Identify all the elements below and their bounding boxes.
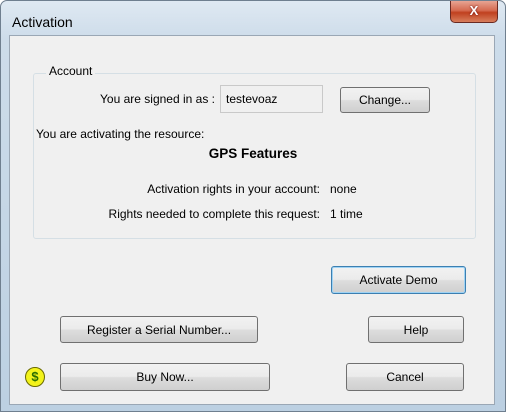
window-title: Activation	[12, 14, 73, 30]
resource-name: GPS Features	[208, 146, 298, 161]
signed-in-label: You are signed in as :	[100, 92, 215, 106]
rights-needed-value: 1 time	[330, 207, 363, 221]
help-button[interactable]: Help	[368, 316, 464, 343]
activate-demo-button[interactable]: Activate Demo	[331, 266, 466, 294]
register-serial-button[interactable]: Register a Serial Number...	[60, 316, 258, 343]
account-group-legend: Account	[46, 64, 96, 78]
rights-account-label: Activation rights in your account:	[147, 182, 320, 196]
title-bar: Activation X	[1, 1, 505, 35]
close-icon: X	[469, 3, 479, 18]
username-field: testevoaz	[220, 85, 323, 113]
rights-account-value: none	[330, 182, 357, 196]
buy-now-button[interactable]: Buy Now...	[60, 363, 270, 391]
change-button[interactable]: Change...	[340, 87, 430, 113]
cancel-button[interactable]: Cancel	[346, 363, 464, 391]
dollar-icon: $	[25, 367, 45, 387]
close-button[interactable]: X	[450, 1, 498, 23]
rights-needed-label: Rights needed to complete this request:	[108, 207, 320, 221]
activating-resource-label: You are activating the resource:	[36, 127, 205, 141]
